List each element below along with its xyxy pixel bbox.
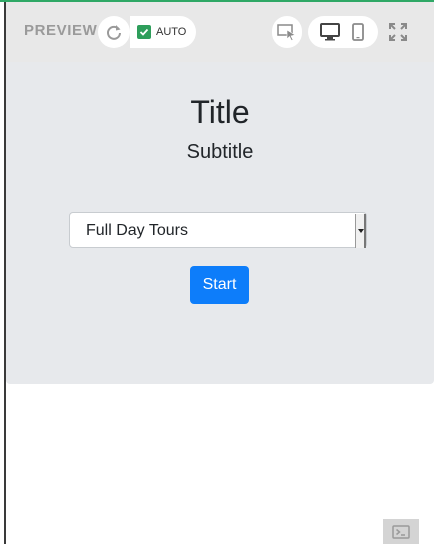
console-icon (392, 524, 410, 539)
fullscreen-button[interactable] (388, 22, 408, 47)
page-title: Title (190, 94, 250, 130)
refresh-icon (107, 25, 121, 40)
tour-select-value: Full Day Tours (86, 222, 188, 239)
auto-checkbox[interactable] (137, 25, 151, 39)
check-icon (139, 28, 149, 36)
desktop-view-button[interactable] (320, 23, 340, 46)
mobile-view-button[interactable] (352, 23, 364, 46)
page-subtitle: Subtitle (186, 141, 254, 163)
tour-type-select[interactable]: Full Day Tours (69, 212, 367, 248)
preview-label: PREVIEW (24, 22, 98, 39)
select-element-button[interactable] (272, 16, 302, 48)
mobile-icon (352, 23, 364, 41)
chevron-down-icon[interactable] (355, 214, 366, 248)
refresh-button[interactable] (98, 16, 130, 48)
preview-panel: Title Subtitle Full Day Tours Start (6, 62, 434, 384)
preview-toolbar: PREVIEW AUTO (6, 2, 434, 62)
auto-label: AUTO (156, 26, 187, 38)
device-switcher (308, 16, 378, 48)
cursor-select-icon (277, 24, 296, 41)
console-toggle-button[interactable] (383, 519, 419, 544)
start-button[interactable]: Start (190, 266, 249, 304)
desktop-icon (320, 23, 340, 41)
fullscreen-icon (389, 23, 407, 41)
auto-refresh-toggle[interactable]: AUTO (130, 16, 196, 48)
